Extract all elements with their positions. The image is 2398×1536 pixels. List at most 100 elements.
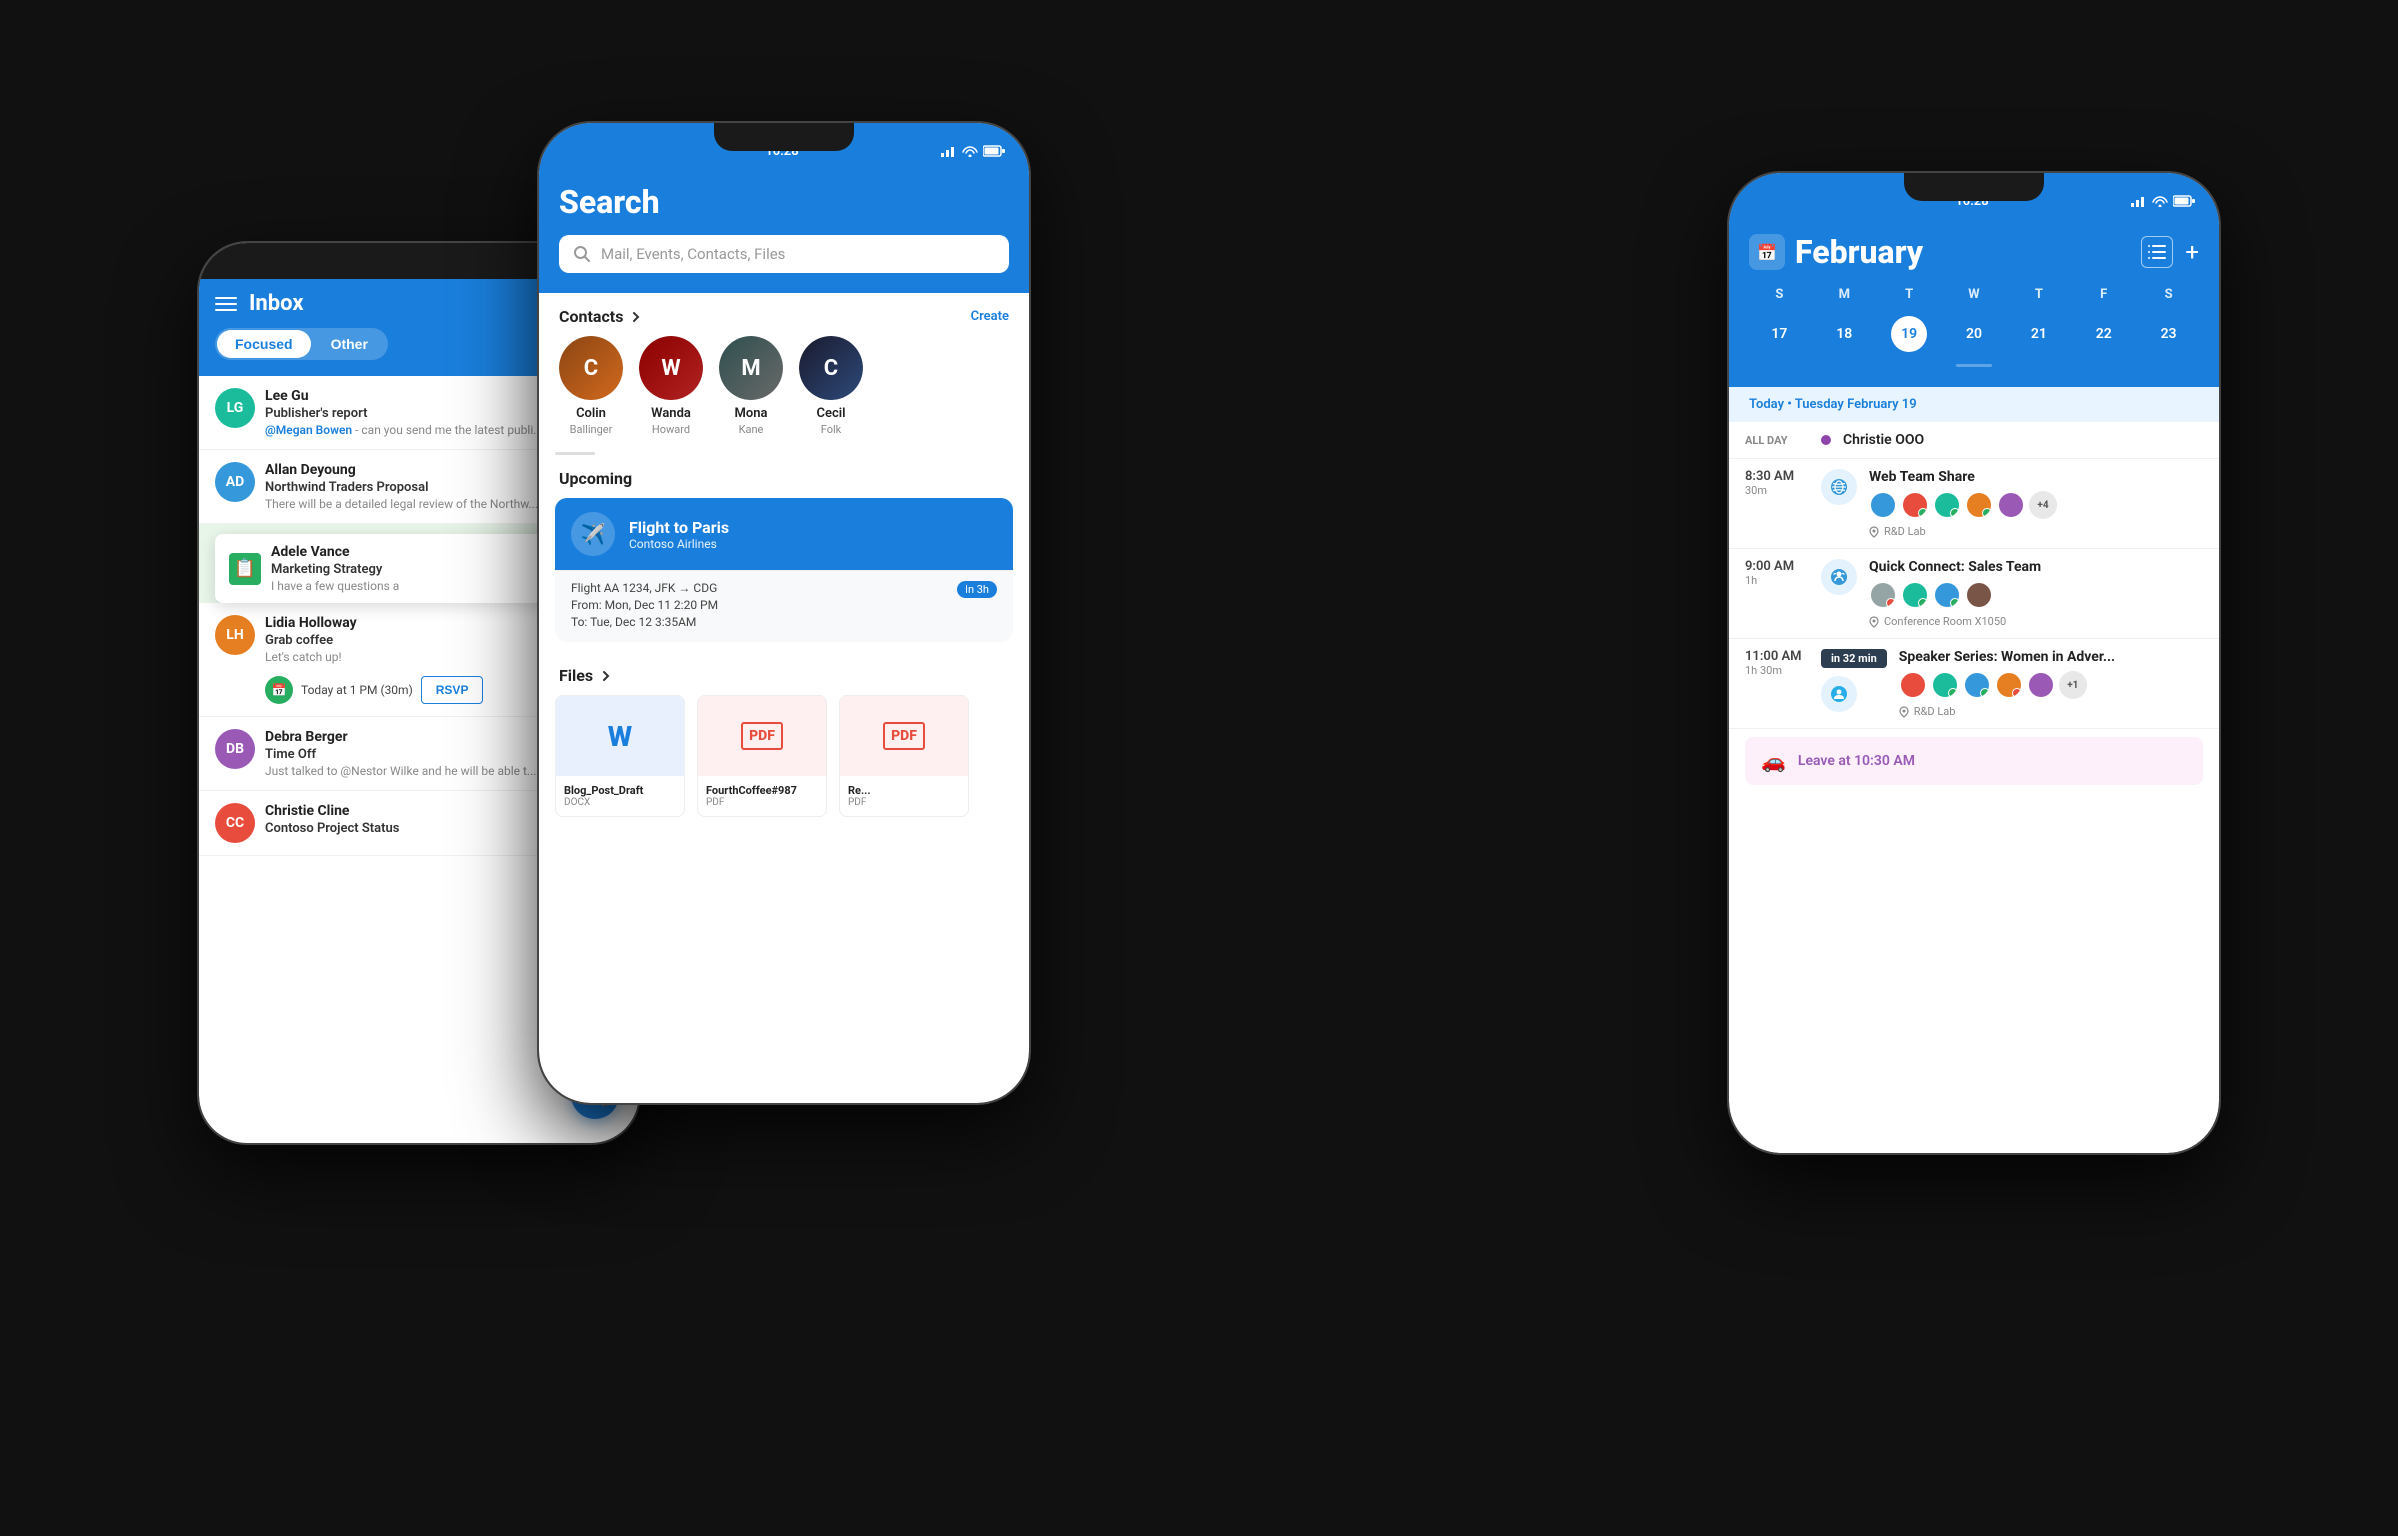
cal-day-19-today[interactable]: 19 (1891, 316, 1927, 352)
notch-left (359, 243, 479, 267)
search-icon (573, 245, 591, 263)
file-fourth-coffee[interactable]: PDF FourthCoffee#987 PDF (697, 695, 827, 817)
rsvp-button[interactable]: RSVP (421, 676, 484, 704)
event-quick-connect[interactable]: 9:00 AM 1h Quick Connect: Sales (1729, 549, 2219, 639)
inbox-title: Inbox (249, 291, 304, 316)
file-blog-post[interactable]: W Blog_Post_Draft DOCX (555, 695, 685, 817)
speaker-icon (1821, 676, 1857, 712)
upcoming-label: Upcoming (559, 469, 632, 488)
speaker-location: R&D Lab (1899, 705, 2203, 718)
leave-banner: 🚗 Leave at 10:30 AM (1745, 737, 2203, 785)
calendar-body: Today • Tuesday February 19 ALL DAY Chri… (1729, 387, 2219, 793)
calendar-week-dates: 17 18 19 20 21 22 23 (1749, 316, 2199, 352)
flight-detail3: To: Tue, Dec 12 3:35AM (571, 615, 997, 629)
calendar-list-view-button[interactable] (2141, 236, 2173, 268)
car-icon: 🚗 (1761, 749, 1786, 773)
add-event-button[interactable]: + (2185, 238, 2199, 266)
contact-mona[interactable]: M Mona Kane (719, 336, 783, 436)
flight-card[interactable]: ✈️ Flight to Paris Contoso Airlines Flig… (555, 498, 1013, 642)
web-team-location: R&D Lab (1869, 525, 2203, 538)
quick-connect-attendees (1869, 581, 2203, 609)
contact-colin[interactable]: C Colin Ballinger (559, 336, 623, 436)
event-speaker-series[interactable]: 11:00 AM 1h 30m in 32 min (1729, 639, 2219, 729)
event-time-830: 8:30 AM 30m (1745, 469, 1809, 497)
tab-focused[interactable]: Focused (217, 330, 311, 358)
contact-lastname-wanda: Howard (652, 423, 690, 436)
location-icon-3 (1899, 706, 1909, 718)
contacts-row: C Colin Ballinger W Wanda Howard (539, 336, 1029, 452)
search-body: Contacts Create C Colin Ballinger (539, 293, 1029, 817)
tab-other[interactable]: Other (313, 330, 386, 358)
contact-cecil[interactable]: C Cecil Folk (799, 336, 863, 436)
contact-lastname-mona: Kane (739, 423, 764, 436)
all-day-event-row[interactable]: ALL DAY Christie OOO (1729, 422, 2219, 459)
pdf-icon-2: PDF (883, 722, 925, 750)
files-section-header: Files (539, 652, 1029, 695)
contact-name-wanda: Wanda (651, 406, 691, 421)
sender-lee-gu: Lee Gu (265, 388, 309, 404)
files-label: Files (559, 666, 593, 685)
quick-connect-title: Quick Connect: Sales Team (1869, 559, 2203, 575)
event-time-1100: 11:00 AM 1h 30m (1745, 649, 1809, 677)
adele-icon: 📋 (229, 553, 261, 585)
chevron-right-icon (629, 310, 643, 324)
flight-badge: In 3h (957, 581, 997, 598)
status-icons-middle (941, 145, 1005, 157)
notch-middle (714, 123, 854, 151)
cal-day-22[interactable]: 22 (2086, 316, 2122, 352)
all-day-dot (1821, 435, 1831, 445)
avatar-lidia: LH (215, 615, 255, 655)
calendar-header: 📅 February (1729, 217, 2219, 387)
notch-right (1904, 173, 2044, 201)
flight-detail2: From: Mon, Dec 11 2:20 PM (571, 598, 997, 612)
leave-text: Leave at 10:30 AM (1798, 753, 1915, 769)
file-re[interactable]: PDF Re... PDF (839, 695, 969, 817)
contact-name-mona: Mona (735, 406, 768, 421)
search-phone: 10:28 (539, 123, 1029, 1103)
hamburger-menu[interactable] (215, 297, 237, 311)
today-label: Today • Tuesday February 19 (1729, 387, 2219, 422)
meeting-icon: 📅 (265, 676, 293, 704)
event-web-team-share[interactable]: 8:30 AM 30m Web Team Share (1729, 459, 2219, 549)
cal-day-23[interactable]: 23 (2151, 316, 2187, 352)
quick-connect-icon (1821, 559, 1857, 595)
avatar-lee-gu: LG (215, 388, 255, 428)
location-icon (1869, 526, 1879, 538)
cal-day-17[interactable]: 17 (1761, 316, 1797, 352)
contacts-section-header: Contacts Create (539, 293, 1029, 336)
event-time-900: 9:00 AM 1h (1745, 559, 1809, 587)
web-team-title: Web Team Share (1869, 469, 2203, 485)
speaker-attendees: +1 (1899, 671, 2203, 699)
search-input-box[interactable]: Mail, Events, Contacts, Files (559, 235, 1009, 273)
search-title: Search (559, 183, 1009, 221)
cal-day-18[interactable]: 18 (1826, 316, 1862, 352)
create-link[interactable]: Create (971, 309, 1009, 324)
list-icon (2148, 245, 2166, 259)
upcoming-section-header: Upcoming (539, 455, 1029, 498)
word-icon: W (608, 720, 632, 753)
flight-subtitle: Contoso Airlines (629, 537, 729, 551)
contact-avatar-wanda: W (639, 336, 703, 400)
all-day-event-title: Christie OOO (1843, 432, 1924, 448)
cal-day-20[interactable]: 20 (1956, 316, 1992, 352)
web-team-icon (1821, 469, 1857, 505)
contact-name-cecil: Cecil (816, 406, 845, 421)
avatar-allan: AD (215, 462, 255, 502)
contact-name-colin: Colin (576, 406, 606, 421)
calendar-app-icon: 📅 (1749, 234, 1785, 270)
search-placeholder: Mail, Events, Contacts, Files (601, 245, 785, 263)
contact-wanda[interactable]: W Wanda Howard (639, 336, 703, 436)
meeting-time: 📅 Today at 1 PM (30m) RSVP (215, 676, 483, 704)
files-row: W Blog_Post_Draft DOCX PDF Fourt (539, 695, 1029, 817)
contact-avatar-mona: M (719, 336, 783, 400)
calendar-month: February (1795, 233, 1923, 271)
contact-lastname-colin: Ballinger (570, 423, 613, 436)
week-scroll-indicator (1956, 364, 1992, 367)
calendar-phone: 10:28 (1729, 173, 2219, 1153)
flight-title: Flight to Paris (629, 518, 729, 537)
calendar-week-days: S M T W T F S (1749, 287, 2199, 308)
cal-day-21[interactable]: 21 (2021, 316, 2057, 352)
in-32-min-badge: in 32 min (1821, 649, 1887, 668)
avatar-debra: DB (215, 729, 255, 769)
contact-avatar-colin: C (559, 336, 623, 400)
